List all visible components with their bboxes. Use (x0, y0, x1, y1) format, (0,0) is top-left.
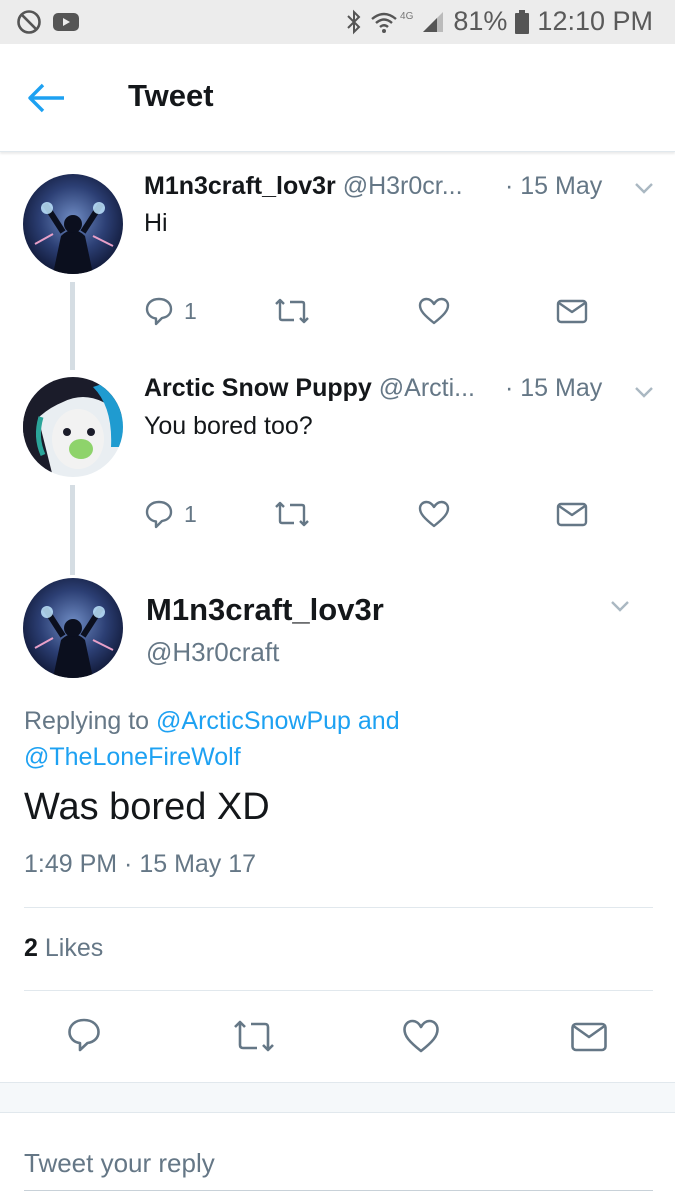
reply-composer (0, 1082, 675, 1200)
retweet-icon (275, 298, 309, 324)
avatar-image (23, 377, 123, 477)
like-button[interactable] (418, 499, 450, 529)
do-not-disturb-icon (17, 10, 41, 34)
tweet-text: You bored too? (144, 412, 313, 440)
retweet-button[interactable] (274, 296, 310, 326)
chevron-down-icon[interactable] (632, 384, 656, 400)
avatar-image (23, 578, 123, 678)
battery-percent: 81% (453, 6, 508, 36)
app-header: Tweet (0, 44, 675, 152)
status-right: 4G 81% 12:10 PM (346, 6, 653, 37)
signal-icon (423, 11, 444, 32)
reply-count: 1 (184, 500, 197, 527)
avatar[interactable] (23, 578, 123, 678)
status-bar: 4G 81% 12:10 PM (0, 0, 675, 44)
section-spacer (0, 1083, 675, 1113)
chevron-down-icon[interactable] (608, 598, 632, 614)
thread-connector-line (70, 485, 75, 575)
heart-icon[interactable] (402, 1016, 440, 1056)
and-connector[interactable]: and (358, 707, 400, 735)
thread-connector-line (70, 282, 75, 370)
author-handle[interactable]: @Arcti... (379, 374, 475, 402)
mention-link[interactable]: @ArcticSnowPup (156, 707, 351, 735)
chevron-down-icon[interactable] (632, 180, 656, 196)
divider (24, 990, 653, 991)
avatar[interactable] (23, 377, 123, 477)
author-name[interactable]: Arctic Snow Puppy (144, 374, 372, 402)
tweet-date: · 15 May (505, 172, 603, 200)
tweet-header: M1n3craft_lov3r @H3r0cr... (144, 172, 463, 201)
direct-message-button[interactable] (556, 499, 588, 529)
tweet-header: Arctic Snow Puppy @Arcti... (144, 374, 475, 403)
replying-prefix: Replying to (24, 707, 150, 735)
tweet-date: · 15 May (505, 374, 603, 402)
tweet-actions: 1 (144, 499, 604, 539)
reply-icon (145, 500, 173, 529)
likes-number: 2 (24, 934, 38, 962)
author-name[interactable]: M1n3craft_lov3r (146, 592, 384, 628)
wifi-icon (371, 12, 397, 33)
reply-icon (145, 297, 173, 326)
author-handle[interactable]: @H3r0cr... (343, 172, 463, 200)
network-type-label: 4G (400, 11, 414, 22)
mention-link[interactable]: @TheLoneFireWolf (24, 743, 241, 771)
tweet-actions: 1 (144, 296, 604, 336)
back-arrow-icon[interactable] (24, 80, 68, 116)
tweet-text: Hi (144, 209, 168, 237)
reply-button[interactable]: 1 (144, 296, 197, 326)
envelope-icon (556, 299, 588, 324)
direct-message-button[interactable] (556, 296, 588, 326)
author-handle[interactable]: @H3r0craft (146, 637, 279, 668)
replying-to: Replying to @ArcticSnowPup and @TheLoneF… (24, 703, 624, 775)
youtube-icon (53, 13, 79, 31)
heart-icon (418, 297, 450, 325)
battery-icon (515, 9, 530, 34)
heart-icon (418, 500, 450, 528)
avatar[interactable] (23, 174, 123, 274)
like-button[interactable] (418, 296, 450, 326)
retweet-icon (275, 501, 309, 527)
bluetooth-icon (347, 9, 361, 34)
avatar-image (23, 174, 123, 274)
clock: 12:10 PM (537, 6, 653, 36)
likes-count[interactable]: 2 Likes (24, 934, 103, 963)
reply-count: 1 (184, 297, 197, 324)
page-title: Tweet (128, 78, 214, 113)
envelope-icon (556, 502, 588, 527)
main-tweet-actions (0, 1016, 675, 1060)
reply-input[interactable] (24, 1137, 653, 1191)
tweet-text: Was bored XD (24, 786, 270, 828)
retweet-button[interactable] (274, 499, 310, 529)
divider (24, 907, 653, 908)
likes-label: Likes (44, 934, 104, 962)
retweet-icon[interactable] (232, 1016, 276, 1056)
tweet-timestamp: 1:49 PM · 15 May 17 (24, 850, 257, 878)
reply-icon[interactable] (66, 1016, 102, 1056)
reply-button[interactable]: 1 (144, 499, 197, 529)
envelope-icon[interactable] (570, 1016, 608, 1056)
author-name[interactable]: M1n3craft_lov3r (144, 172, 336, 200)
status-left (16, 9, 80, 35)
